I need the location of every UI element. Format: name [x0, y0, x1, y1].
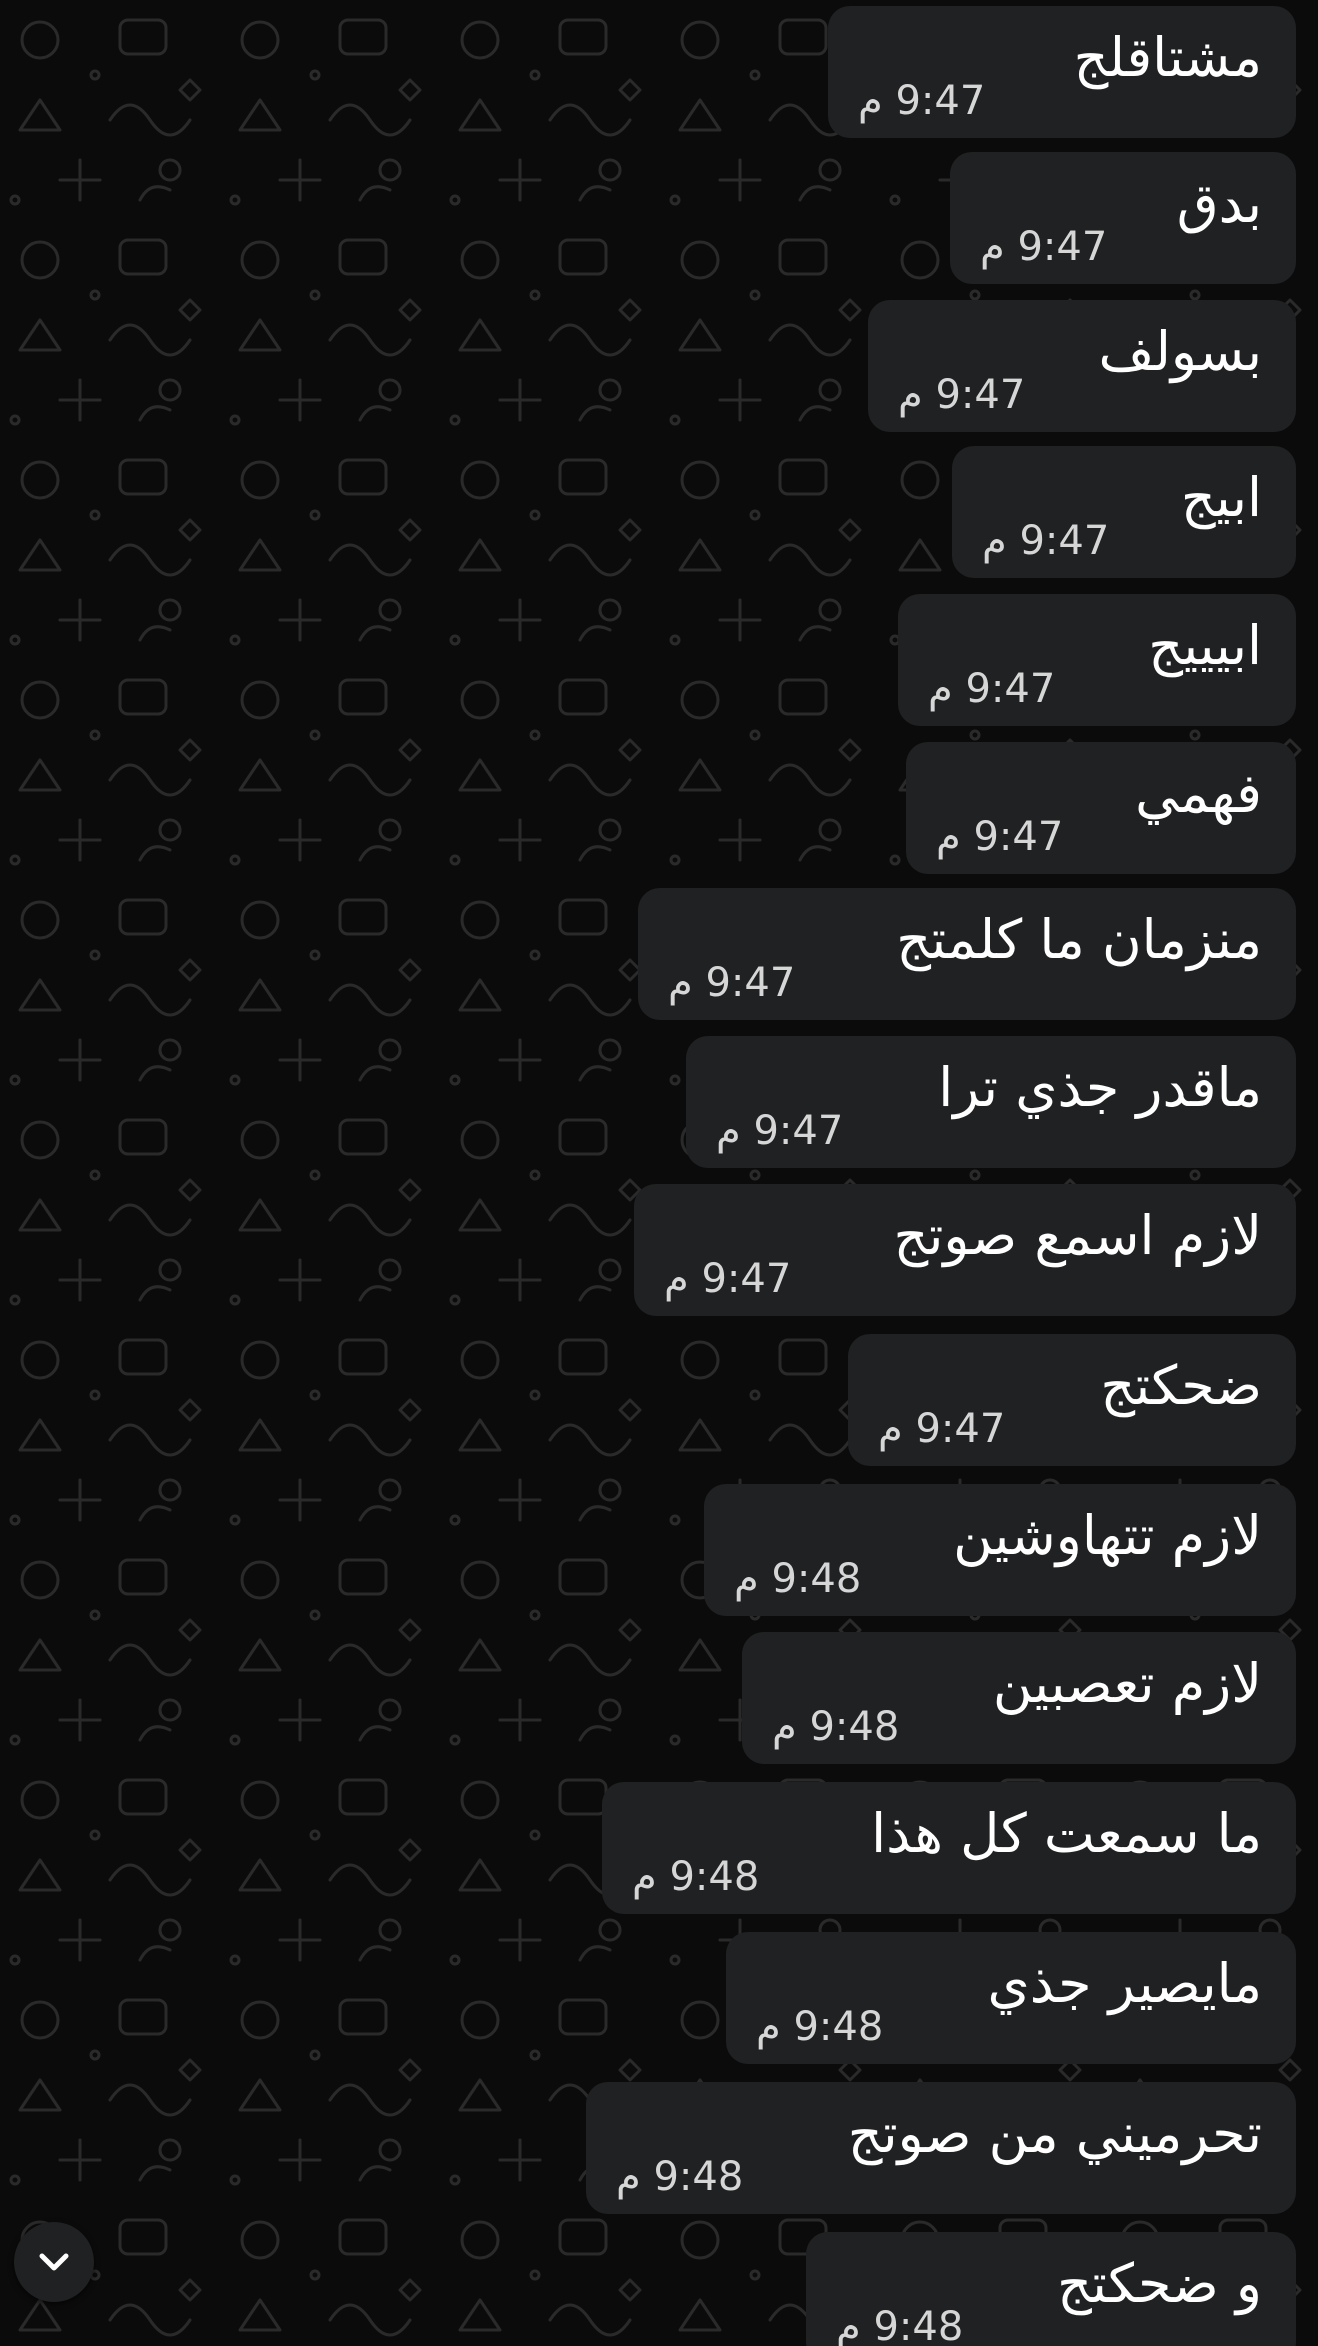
message-timestamp: 9:47 م — [982, 516, 1109, 566]
message-timestamp: 9:48 م — [632, 1852, 759, 1902]
message-text: ضحكتج — [1100, 1354, 1262, 1417]
message-time: 9:47 — [915, 1406, 1006, 1452]
message-bubble[interactable]: ابيج 9:47 م — [952, 446, 1296, 578]
message-bubble[interactable]: و ضحكتج 9:48 م — [806, 2232, 1296, 2346]
message-timestamp: 9:47 م — [858, 76, 985, 126]
message-timestamp: 9:48 م — [836, 2302, 963, 2346]
message-time: 9:47 — [705, 960, 796, 1006]
message-period: م — [858, 78, 883, 124]
message-time: 9:48 — [793, 2004, 884, 2050]
message-text: مايصير جذي — [987, 1952, 1262, 2015]
message-bubble[interactable]: ماقدر جذي ترا 9:47 م — [686, 1036, 1296, 1168]
message-bubble[interactable]: لازم تعصبين 9:48 م — [742, 1632, 1296, 1764]
message-bubble[interactable]: بسولف 9:47 م — [868, 300, 1296, 432]
message-time: 9:47 — [935, 372, 1026, 418]
message-time: 9:47 — [1019, 518, 1110, 564]
message-period: م — [772, 1704, 797, 1750]
message-period: م — [836, 2304, 861, 2346]
message-time: 9:48 — [873, 2304, 964, 2346]
scroll-to-bottom-button[interactable] — [14, 2222, 94, 2302]
message-timestamp: 9:48 م — [772, 1702, 899, 1752]
message-time: 9:48 — [809, 1704, 900, 1750]
message-bubble[interactable]: ابيييج 9:47 م — [898, 594, 1296, 726]
message-period: م — [734, 1556, 759, 1602]
message-bubble[interactable]: تحرميني من صوتج 9:48 م — [586, 2082, 1296, 2214]
message-time: 9:47 — [965, 666, 1056, 712]
message-period: م — [980, 224, 1005, 270]
message-timestamp: 9:48 م — [616, 2152, 743, 2202]
message-timestamp: 9:47 م — [668, 958, 795, 1008]
message-text: تحرميني من صوتج — [847, 2102, 1262, 2165]
chat-view[interactable]: مشتاقلج 9:47 م بدق 9:47 م بسولف 9:47 م ابيج 9:4… — [0, 0, 1318, 2346]
message-text: بسولف — [1098, 320, 1262, 383]
message-time: 9:48 — [669, 1854, 760, 1900]
message-period: م — [928, 666, 953, 712]
message-period: م — [716, 1108, 741, 1154]
message-timestamp: 9:47 م — [936, 812, 1063, 862]
message-timestamp: 9:47 م — [980, 222, 1107, 272]
message-bubble[interactable]: مشتاقلج 9:47 م — [828, 6, 1296, 138]
message-text: فهمي — [1135, 762, 1262, 825]
message-period: م — [936, 814, 961, 860]
message-bubble[interactable]: فهمي 9:47 م — [906, 742, 1296, 874]
message-bubble[interactable]: بدق 9:47 م — [950, 152, 1296, 284]
message-timestamp: 9:48 م — [734, 1554, 861, 1604]
message-text: ما سمعت كل هذا — [871, 1802, 1262, 1865]
message-period: م — [632, 1854, 657, 1900]
message-bubble[interactable]: ضحكتج 9:47 م — [848, 1334, 1296, 1466]
message-period: م — [898, 372, 923, 418]
message-timestamp: 9:47 م — [716, 1106, 843, 1156]
message-text: ابيييج — [1148, 614, 1262, 677]
message-bubble[interactable]: لازم اسمع صوتج 9:47 م — [634, 1184, 1296, 1316]
message-time: 9:47 — [753, 1108, 844, 1154]
message-period: م — [982, 518, 1007, 564]
message-time: 9:47 — [895, 78, 986, 124]
message-time: 9:48 — [771, 1556, 862, 1602]
message-bubble[interactable]: ما سمعت كل هذا 9:48 م — [602, 1782, 1296, 1914]
message-timestamp: 9:47 م — [664, 1254, 791, 1304]
message-timestamp: 9:47 م — [878, 1404, 1005, 1454]
message-text: ابيج — [1180, 466, 1262, 529]
message-text: منزمان ما كلمتج — [896, 908, 1262, 971]
message-time: 9:47 — [701, 1256, 792, 1302]
message-bubble[interactable]: مايصير جذي 9:48 م — [726, 1932, 1296, 2064]
message-text: بدق — [1176, 172, 1262, 235]
message-text: لازم اسمع صوتج — [893, 1204, 1262, 1267]
chevron-down-icon — [39, 2253, 69, 2271]
message-text: و ضحكتج — [1057, 2252, 1262, 2315]
message-time: 9:47 — [1017, 224, 1108, 270]
message-timestamp: 9:47 م — [898, 370, 1025, 420]
message-text: لازم تعصبين — [992, 1652, 1262, 1715]
message-period: م — [668, 960, 693, 1006]
message-time: 9:47 — [973, 814, 1064, 860]
message-time: 9:48 — [653, 2154, 744, 2200]
message-period: م — [664, 1256, 689, 1302]
message-bubble[interactable]: منزمان ما كلمتج 9:47 م — [638, 888, 1296, 1020]
message-bubble[interactable]: لازم تتهاوشين 9:48 م — [704, 1484, 1296, 1616]
message-timestamp: 9:48 م — [756, 2002, 883, 2052]
message-text: ماقدر جذي ترا — [938, 1056, 1262, 1119]
message-period: م — [878, 1406, 903, 1452]
message-text: مشتاقلج — [1073, 26, 1262, 89]
message-timestamp: 9:47 م — [928, 664, 1055, 714]
message-period: م — [616, 2154, 641, 2200]
message-text: لازم تتهاوشين — [953, 1504, 1262, 1567]
message-period: م — [756, 2004, 781, 2050]
